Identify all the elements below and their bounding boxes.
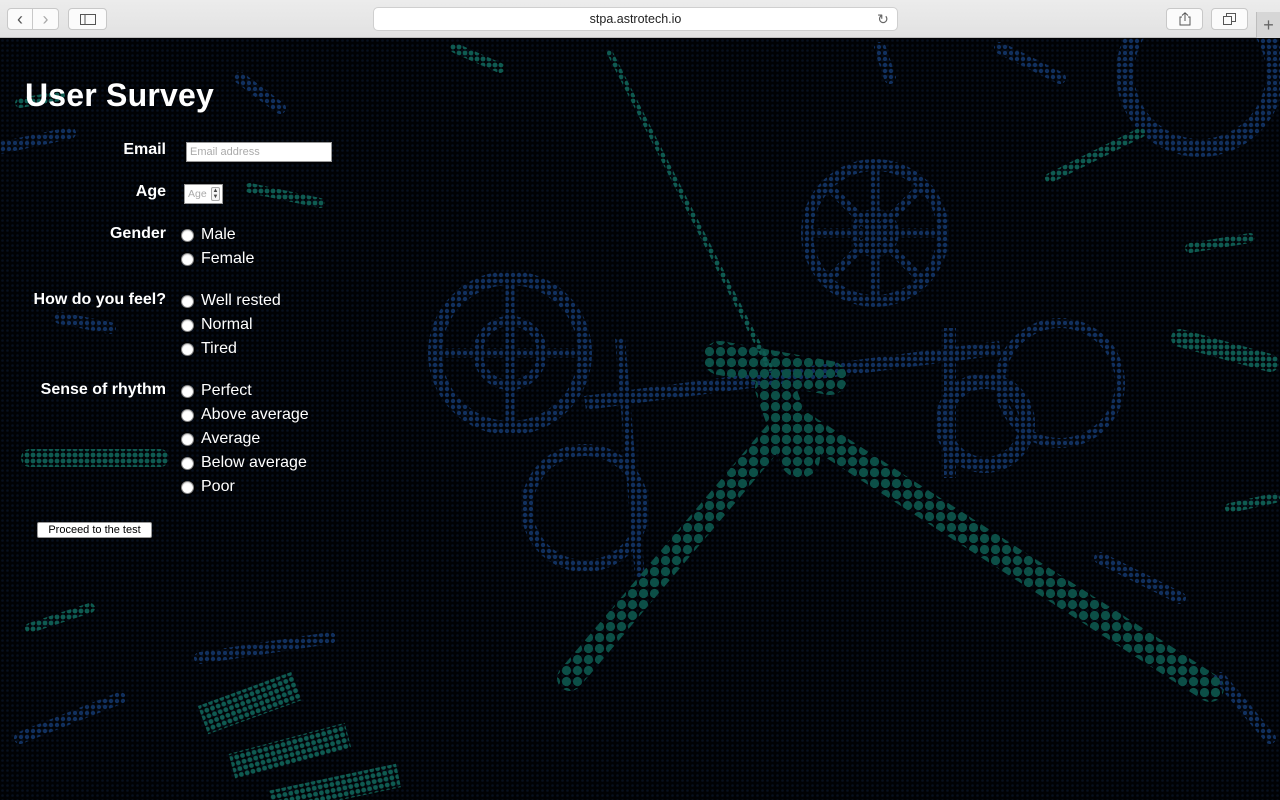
nav-buttons: ‹ ›	[7, 8, 59, 30]
plus-icon: +	[1263, 14, 1274, 35]
radio-label: Male	[201, 226, 236, 243]
gender-option-female[interactable]: Female	[181, 249, 254, 269]
page-title: User Survey	[25, 77, 214, 113]
feel-option-well-rested[interactable]: Well rested	[181, 291, 281, 311]
radio-label: Average	[201, 430, 261, 447]
rhythm-option-below-average[interactable]: Below average	[181, 453, 307, 473]
radio-button[interactable]	[181, 480, 194, 494]
sidebar-toggle-button[interactable]	[68, 8, 107, 30]
survey-form: User Survey Email Age Age ▲▼ Gender Male…	[0, 38, 420, 800]
tabs-icon	[1223, 13, 1236, 25]
url-text: stpa.astrotech.io	[589, 12, 682, 26]
radio-label: Normal	[201, 316, 253, 333]
stepper-arrows-icon[interactable]: ▲ ▼	[211, 187, 220, 201]
radio-button[interactable]	[181, 408, 194, 422]
age-placeholder: Age	[188, 188, 207, 200]
rhythm-option-above-average[interactable]: Above average	[181, 405, 309, 425]
radio-button[interactable]	[181, 432, 194, 446]
gender-label: Gender	[109, 225, 166, 242]
radio-label: Female	[201, 250, 255, 267]
radio-button[interactable]	[181, 318, 194, 332]
browser-toolbar: ‹ › stpa.astrotech.io ↻ +	[0, 0, 1280, 38]
new-tab-button[interactable]: +	[1256, 12, 1280, 38]
email-label: Email	[123, 141, 166, 158]
radio-button[interactable]	[181, 228, 194, 242]
address-bar[interactable]: stpa.astrotech.io ↻	[373, 7, 898, 31]
proceed-button[interactable]: Proceed to the test	[37, 522, 152, 538]
radio-label: Poor	[201, 478, 235, 495]
share-icon	[1179, 12, 1190, 26]
age-stepper[interactable]: Age ▲ ▼	[184, 184, 223, 204]
feel-option-tired[interactable]: Tired	[181, 339, 237, 359]
sidebar-icon	[79, 13, 96, 25]
back-button[interactable]: ‹	[7, 8, 33, 30]
radio-label: Well rested	[201, 292, 281, 309]
feel-option-normal[interactable]: Normal	[181, 315, 253, 335]
radio-button[interactable]	[181, 456, 194, 470]
rhythm-label: Sense of rhythm	[40, 381, 166, 398]
share-button[interactable]	[1166, 8, 1203, 30]
radio-label: Tired	[201, 340, 237, 357]
gender-option-male[interactable]: Male	[181, 225, 236, 245]
rhythm-option-poor[interactable]: Poor	[181, 477, 235, 497]
reload-icon[interactable]: ↻	[875, 11, 891, 27]
feel-label: How do you feel?	[33, 291, 166, 308]
age-label: Age	[135, 183, 166, 200]
rhythm-option-average[interactable]: Average	[181, 429, 260, 449]
radio-label: Perfect	[201, 382, 252, 399]
radio-button[interactable]	[181, 384, 194, 398]
radio-button[interactable]	[181, 252, 194, 266]
radio-button[interactable]	[181, 294, 194, 308]
page-viewport: User Survey Email Age Age ▲▼ Gender Male…	[0, 38, 1280, 800]
radio-label: Below average	[201, 454, 307, 471]
chevron-right-icon: ›	[42, 9, 49, 29]
email-field[interactable]	[186, 142, 332, 162]
chevron-left-icon: ‹	[17, 9, 23, 29]
forward-button[interactable]: ›	[33, 8, 59, 30]
rhythm-option-perfect[interactable]: Perfect	[181, 381, 252, 401]
tabs-overview-button[interactable]	[1211, 8, 1248, 30]
radio-button[interactable]	[181, 342, 194, 356]
radio-label: Above average	[201, 406, 309, 423]
